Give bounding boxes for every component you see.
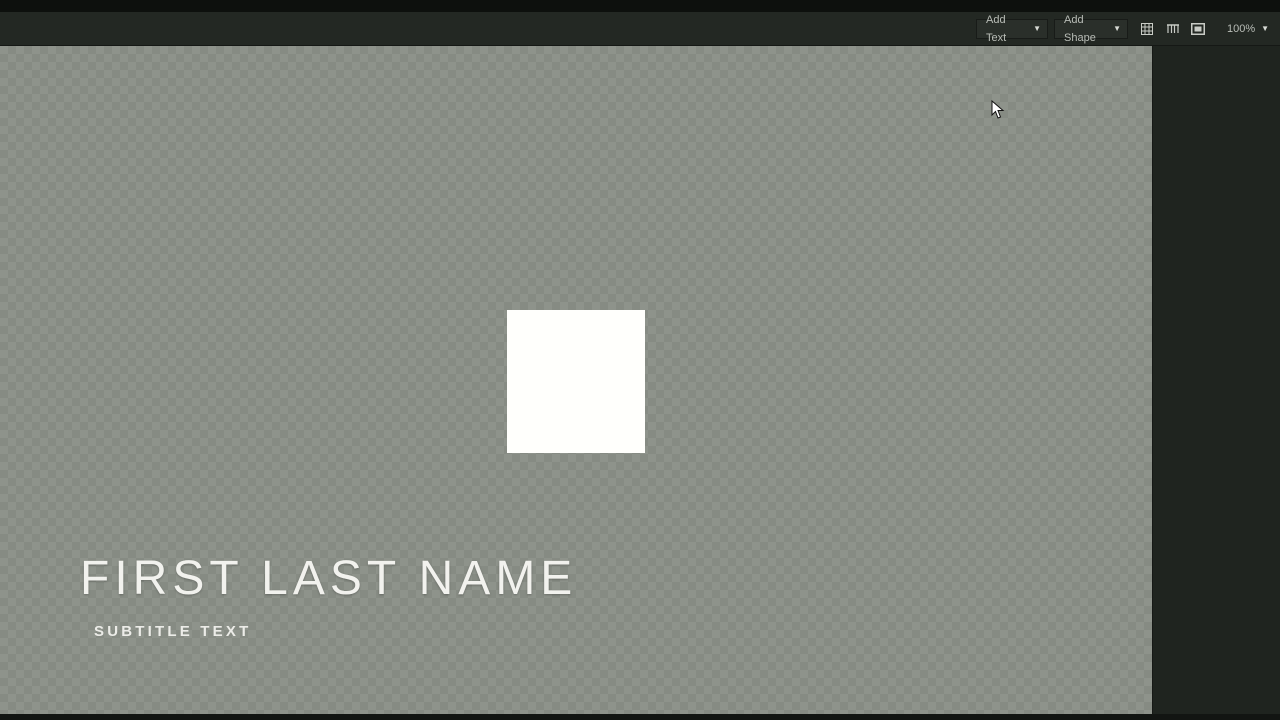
mouse-pointer-icon [991,100,1005,119]
white-rectangle-shape[interactable] [507,310,645,453]
subtitle-text-layer[interactable]: SUBTITLE TEXT [94,623,251,640]
guides-toggle-button[interactable] [1162,19,1184,39]
safe-area-toggle-button[interactable] [1187,19,1209,39]
right-panel [1152,46,1280,714]
add-shape-label: Add Shape [1064,14,1096,44]
grid-icon [1141,23,1153,35]
canvas-toolbar: Add Text ▼ Add Shape ▼ 100% ▼ [0,12,1280,46]
guides-icon [1167,24,1179,33]
title-editor-window: Add Text ▼ Add Shape ▼ 100% ▼ FIRST LAST… [0,0,1280,720]
add-text-label: Add Text [986,14,1007,44]
grid-toggle-button[interactable] [1136,19,1158,39]
title-canvas[interactable]: FIRST LAST NAME SUBTITLE TEXT [0,46,1152,714]
zoom-select[interactable]: 100% ▼ [1217,19,1270,39]
safe-area-icon [1191,23,1205,35]
zoom-value: 100% [1227,23,1256,35]
add-shape-button[interactable]: Add Shape ▼ [1054,14,1128,44]
add-text-button[interactable]: Add Text ▼ [976,14,1048,44]
chevron-down-icon: ▼ [1261,24,1270,33]
title-text-layer[interactable]: FIRST LAST NAME [80,551,577,606]
chevron-down-icon: ▼ [1033,24,1041,33]
bottom-bar [0,714,1280,720]
chevron-down-icon: ▼ [1113,24,1121,33]
